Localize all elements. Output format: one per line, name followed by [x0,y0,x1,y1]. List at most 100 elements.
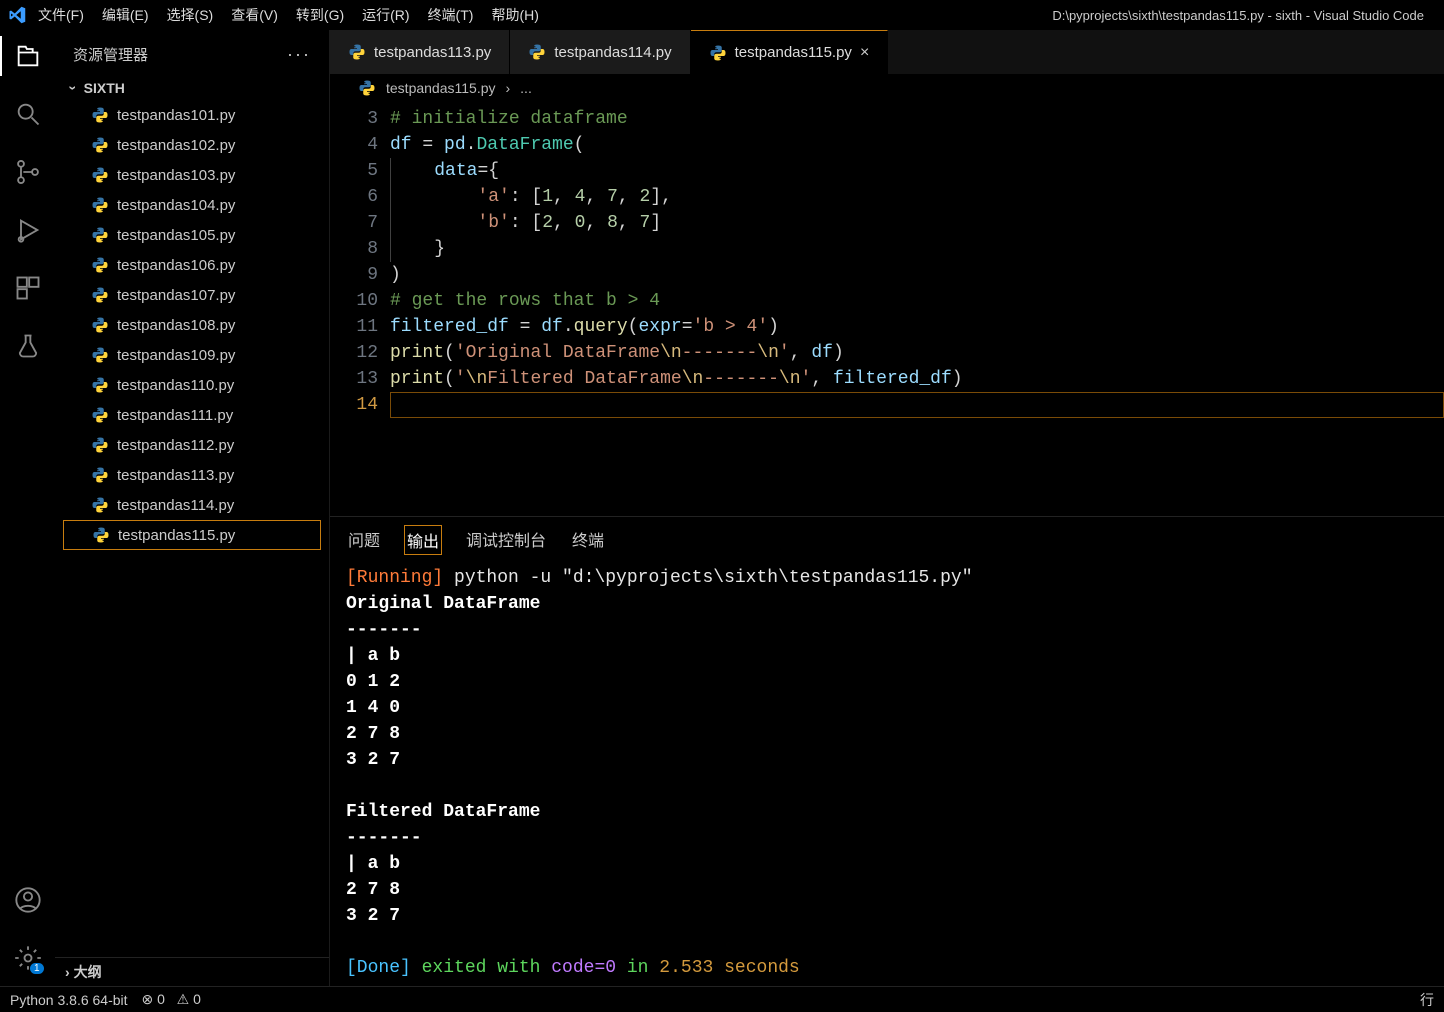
close-icon[interactable]: × [860,44,869,62]
file-name: testpandas106.py [117,257,235,274]
python-file-icon [91,436,109,454]
status-bar: Python 3.8.6 64-bit ⊗ 0 ⚠ 0 行 [0,986,1444,1012]
menu-view[interactable]: 查看(V) [231,5,278,25]
file-item[interactable]: testpandas105.py [63,220,321,250]
python-file-icon [91,196,109,214]
folder-tree: › SIXTH testpandas101.py testpandas102.py… [55,78,329,550]
chevron-down-icon: › [65,86,81,91]
breadcrumb-file: testpandas115.py [386,80,496,96]
python-file-icon [91,226,109,244]
file-name: testpandas104.py [117,197,235,214]
file-name: testpandas113.py [117,467,234,484]
file-item[interactable]: testpandas104.py [63,190,321,220]
window-title: D:\pyprojects\sixth\testpandas115.py - s… [539,8,1436,23]
file-item[interactable]: testpandas102.py [63,130,321,160]
outline-label: 大纲 [74,962,102,982]
breadcrumb-separator: › [506,80,511,96]
python-file-icon [91,466,109,484]
status-python[interactable]: Python 3.8.6 64-bit [10,992,128,1008]
editor-tab[interactable]: testpandas113.py [330,30,510,74]
file-name: testpandas109.py [117,347,235,364]
python-file-icon [91,256,109,274]
file-name: testpandas102.py [117,137,235,154]
file-item[interactable]: testpandas106.py [63,250,321,280]
python-file-icon [91,376,109,394]
file-item[interactable]: testpandas107.py [63,280,321,310]
testing-icon[interactable] [14,332,42,360]
warning-count: 0 [193,991,201,1007]
menu-run[interactable]: 运行(R) [362,5,409,25]
breadcrumb[interactable]: testpandas115.py › ... [330,74,1444,102]
file-item[interactable]: testpandas101.py [63,100,321,130]
status-errors[interactable]: ⊗ 0 ⚠ 0 [142,991,201,1008]
file-name: testpandas108.py [117,317,235,334]
line-gutter: 34567891011121314 [330,102,390,516]
panel-tab-output[interactable]: 输出 [404,525,442,555]
python-file-icon [91,106,109,124]
file-name: testpandas111.py [117,407,233,424]
error-count: 0 [157,991,165,1007]
titlebar: 文件(F) 编辑(E) 选择(S) 查看(V) 转到(G) 运行(R) 终端(T… [0,0,1444,30]
outline-panel-header[interactable]: › 大纲 [55,957,329,986]
menu-terminal[interactable]: 终端(T) [428,5,474,25]
python-file-icon [92,526,110,544]
file-item[interactable]: testpandas110.py [63,370,321,400]
activity-bar: 1 [0,30,55,986]
bottom-panel: 问题 输出 调试控制台 终端 [Running] python -u "d:\p… [330,516,1444,986]
status-line-label[interactable]: 行 [1420,990,1434,1010]
menu-help[interactable]: 帮助(H) [491,5,538,25]
menu-file[interactable]: 文件(F) [38,5,84,25]
accounts-icon[interactable] [14,886,42,914]
sidebar-more-icon[interactable]: ··· [287,44,311,65]
editor-tab[interactable]: testpandas114.py [510,30,690,74]
file-item[interactable]: testpandas108.py [63,310,321,340]
error-icon: ⊗ [142,991,154,1007]
run-debug-icon[interactable] [14,216,42,244]
panel-tab-terminal[interactable]: 终端 [570,525,606,555]
file-name: testpandas114.py [117,497,234,514]
editor-tab[interactable]: testpandas115.py× [691,30,889,74]
file-name: testpandas105.py [117,227,235,244]
file-item[interactable]: testpandas103.py [63,160,321,190]
extensions-icon[interactable] [14,274,42,302]
file-item[interactable]: testpandas111.py [63,400,321,430]
sidebar-title: 资源管理器 [73,44,148,65]
file-item[interactable]: testpandas114.py [63,490,321,520]
menu-goto[interactable]: 转到(G) [296,5,344,25]
output-panel[interactable]: [Running] python -u "d:\pyprojects\sixth… [330,561,1444,986]
python-file-icon [91,316,109,334]
python-file-icon [91,286,109,304]
file-item[interactable]: testpandas113.py [63,460,321,490]
tab-label: testpandas113.py [374,44,491,61]
file-name: testpandas112.py [117,437,234,454]
sidebar-header: 资源管理器 ··· [55,30,329,78]
settings-gear-icon[interactable]: 1 [14,944,42,972]
file-item[interactable]: testpandas109.py [63,340,321,370]
panel-tab-problems[interactable]: 问题 [346,525,382,555]
python-file-icon [358,79,376,97]
file-item[interactable]: testpandas115.py [63,520,321,550]
code-editor[interactable]: 34567891011121314 # initialize dataframe… [330,102,1444,516]
tab-bar: testpandas113.py testpandas114.py testpand… [330,30,1444,74]
python-file-icon [348,43,366,61]
menu-edit[interactable]: 编辑(E) [102,5,149,25]
menubar: 文件(F) 编辑(E) 选择(S) 查看(V) 转到(G) 运行(R) 终端(T… [38,5,539,25]
folder-root[interactable]: › SIXTH [63,78,321,98]
explorer-icon[interactable] [14,42,42,70]
file-item[interactable]: testpandas112.py [63,430,321,460]
search-icon[interactable] [14,100,42,128]
sidebar-explorer: 资源管理器 ··· › SIXTH testpandas101.py testpa… [55,30,330,986]
breadcrumb-rest: ... [520,80,532,96]
chevron-right-icon: › [65,964,70,980]
panel-tab-debug-console[interactable]: 调试控制台 [464,525,548,555]
file-name: testpandas115.py [118,527,235,544]
python-file-icon [709,44,727,62]
menu-select[interactable]: 选择(S) [167,5,214,25]
tab-label: testpandas114.py [554,44,671,61]
folder-name: SIXTH [84,80,125,96]
file-name: testpandas103.py [117,167,235,184]
warning-icon: ⚠ [177,991,190,1007]
source-control-icon[interactable] [14,158,42,186]
code-body[interactable]: # initialize dataframedf = pd.DataFrame(… [390,102,1444,516]
python-file-icon [91,496,109,514]
